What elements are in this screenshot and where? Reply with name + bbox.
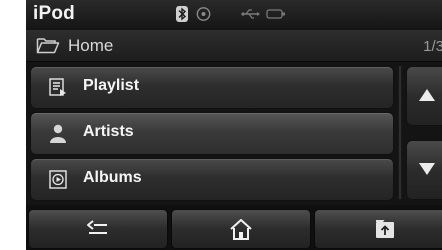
app-title: iPod [33,3,75,24]
home-icon [230,219,252,240]
scroll-down-button[interactable] [406,140,442,200]
breadcrumb: Home 1/3 [26,30,442,62]
list-item-albums[interactable]: Albums [30,158,394,201]
list-item-artists[interactable]: Artists [30,112,394,155]
ipod-screen: iPod Home 1/3 Playlist Artists Albums [26,0,442,250]
back-button[interactable] [28,209,168,249]
home-button[interactable] [171,209,311,249]
list-item-label: Playlist [83,77,140,94]
folder-icon [36,38,60,54]
battery-icon [266,9,285,19]
parent-folder-button[interactable] [314,209,442,249]
arrow-up-icon [419,89,435,101]
back-icon [87,220,107,234]
usb-icon [241,9,260,19]
status-bar: iPod [26,0,442,28]
arrow-down-icon [419,163,435,175]
breadcrumb-label: Home [68,36,114,55]
list-item-label: Artists [83,123,134,140]
disc-icon [196,7,211,21]
scroll-divider [398,66,402,199]
scroll-up-button[interactable] [406,66,442,126]
bottom-bar [26,205,442,250]
album-icon [49,170,67,189]
playlist-icon [49,78,66,96]
bluetooth-icon [176,6,188,22]
artist-icon [50,124,66,143]
parent-folder-icon [376,220,394,238]
page-indicator: 1/3 [423,38,442,55]
list-item-playlist[interactable]: Playlist [30,66,394,109]
list-item-label: Albums [83,169,142,186]
